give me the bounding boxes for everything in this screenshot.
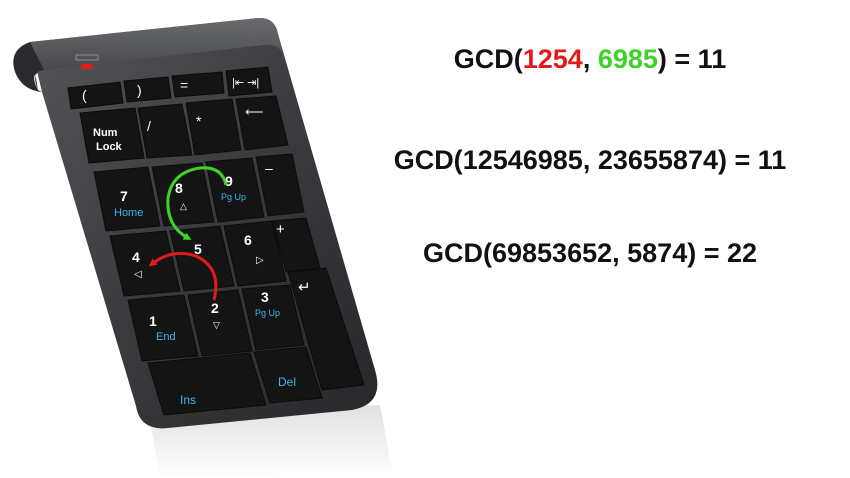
key-multiply[interactable]: * bbox=[185, 98, 242, 156]
svg-text:–: – bbox=[265, 160, 273, 176]
key-right-paren[interactable]: ) bbox=[123, 76, 172, 103]
svg-text:4: 4 bbox=[132, 249, 140, 265]
first-number: 69853652 bbox=[491, 238, 613, 268]
equation-prefix: GCD( bbox=[393, 145, 463, 175]
key-num-lock[interactable]: Num Lock bbox=[79, 107, 145, 164]
svg-text:↵: ↵ bbox=[298, 279, 311, 296]
equation-prefix: GCD( bbox=[453, 44, 523, 74]
svg-text:Lock: Lock bbox=[96, 141, 123, 153]
key-ins[interactable]: Ins bbox=[147, 352, 267, 416]
key-equals[interactable]: = bbox=[171, 71, 225, 98]
svg-text:Pg Up: Pg Up bbox=[255, 308, 280, 318]
second-number-green: 6985 bbox=[597, 44, 658, 74]
svg-text:2: 2 bbox=[211, 300, 219, 316]
svg-text:(: ( bbox=[82, 87, 87, 103]
svg-text:3: 3 bbox=[261, 289, 269, 305]
status-led bbox=[81, 64, 93, 69]
svg-text:Pg Up: Pg Up bbox=[221, 192, 246, 202]
second-number: 5874 bbox=[627, 238, 688, 268]
svg-text:△: △ bbox=[180, 201, 187, 211]
svg-text:▷: ▷ bbox=[256, 255, 264, 266]
svg-text:): ) bbox=[137, 82, 142, 98]
svg-text:⟵: ⟵ bbox=[245, 104, 264, 119]
svg-text:8: 8 bbox=[175, 180, 183, 196]
first-number: 12546985 bbox=[462, 145, 583, 175]
svg-text:▽: ▽ bbox=[213, 320, 220, 330]
equation-result: ) = 11 bbox=[657, 44, 727, 74]
gcd-equation-1: GCD(1254, 6985) = 11 bbox=[330, 44, 850, 75]
svg-text:Ins: Ins bbox=[180, 393, 196, 407]
svg-text:7: 7 bbox=[120, 188, 128, 204]
svg-text:Home: Home bbox=[114, 207, 143, 219]
svg-text:|⇤ ⇥|: |⇤ ⇥| bbox=[232, 77, 259, 89]
equation-separator: , bbox=[582, 44, 598, 74]
gcd-equation-3: GCD(69853652, 5874) = 22 bbox=[330, 238, 850, 269]
key-divide[interactable]: / bbox=[137, 103, 193, 159]
key-tab[interactable]: |⇤ ⇥| bbox=[225, 66, 273, 97]
equation-result: ) = 11 bbox=[717, 145, 787, 175]
equation-separator: , bbox=[582, 145, 598, 175]
svg-text:End: End bbox=[156, 331, 176, 343]
key-7[interactable]: 7 Home bbox=[93, 166, 161, 232]
equation-result: ) = 22 bbox=[687, 238, 758, 268]
svg-text:Del: Del bbox=[278, 375, 296, 389]
svg-text:6: 6 bbox=[244, 232, 252, 248]
svg-text:◁: ◁ bbox=[134, 269, 142, 280]
svg-text:=: = bbox=[180, 77, 188, 93]
equation-separator: , bbox=[612, 238, 628, 268]
first-number-red: 1254 bbox=[522, 44, 583, 74]
gcd-equation-2: GCD(12546985, 23655874) = 11 bbox=[330, 145, 850, 176]
second-number: 23655874 bbox=[597, 145, 718, 175]
svg-text:+: + bbox=[276, 221, 285, 238]
svg-text:1: 1 bbox=[149, 313, 157, 329]
equation-prefix: GCD( bbox=[422, 238, 492, 268]
svg-text:*: * bbox=[196, 113, 202, 129]
svg-text:/: / bbox=[147, 118, 151, 134]
svg-text:Num: Num bbox=[93, 127, 118, 139]
